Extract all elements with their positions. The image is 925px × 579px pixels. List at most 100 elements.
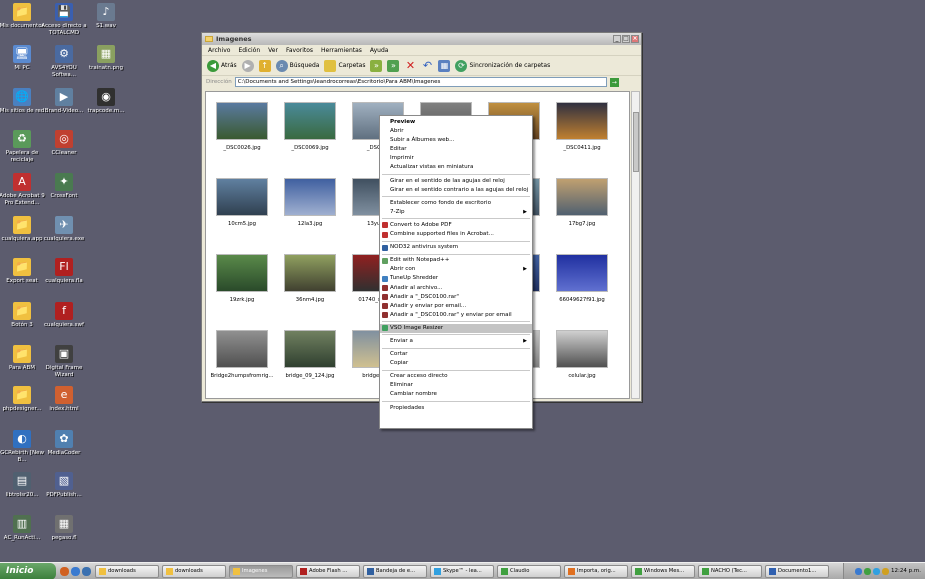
undo-button[interactable]: ↶ <box>421 59 433 72</box>
context-menu-item[interactable]: Girar en el sentido de las agujas del re… <box>380 177 532 186</box>
taskbar-button[interactable]: Importa, orig... <box>564 564 628 578</box>
context-menu-item[interactable]: Girar en el sentido contrario a las aguj… <box>380 186 532 195</box>
file-thumbnail[interactable]: 66049627f91.jpg <box>550 254 614 303</box>
taskbar-button[interactable]: Claudio <box>497 564 561 578</box>
desktop-icon[interactable]: ✿ MediaCoder <box>40 430 88 457</box>
back-button[interactable]: ◀ Atrás <box>207 59 237 72</box>
context-menu-item[interactable]: Copiar <box>380 359 532 368</box>
menu-herramientas[interactable]: Herramientas <box>321 47 362 54</box>
file-thumbnail[interactable]: celular.jpg <box>550 330 614 379</box>
desktop-icon[interactable]: ⚙ AVS4YOU Softwa... <box>40 45 88 78</box>
scrollbar-thumb[interactable] <box>633 112 639 172</box>
tray-messenger-icon[interactable] <box>864 567 872 575</box>
taskbar-button[interactable]: downloads <box>95 564 159 578</box>
context-menu-item[interactable]: Editar <box>380 145 532 154</box>
file-thumbnail[interactable]: 19zrk.jpg <box>210 254 274 303</box>
views-button[interactable]: ▦ <box>438 59 451 72</box>
taskbar-button[interactable]: Skype™ - lea... <box>430 564 494 578</box>
desktop-icon[interactable]: 💾 Acceso directo a TOTALCMD <box>40 3 88 36</box>
menu-ayuda[interactable]: Ayuda <box>370 47 389 54</box>
desktop-icon[interactable]: ♪ S1.wav <box>82 3 130 30</box>
tray-network-icon[interactable] <box>855 567 863 575</box>
menu-edicin[interactable]: Edición <box>238 47 260 54</box>
context-menu-item[interactable]: Añadir a "_DSC0100.rar" <box>380 293 532 302</box>
go-button[interactable]: → <box>609 77 619 87</box>
desktop-icon[interactable]: ✦ CrossFont <box>40 173 88 200</box>
file-thumbnail[interactable]: 17bg7.jpg <box>550 178 614 227</box>
context-menu-item[interactable]: Enviar a ▶ <box>380 337 532 346</box>
context-menu-item[interactable]: Combine supported files in Acrobat... <box>380 230 532 239</box>
start-button[interactable]: Inicio <box>0 562 56 579</box>
move-to-button[interactable]: » <box>370 59 383 72</box>
taskbar-button[interactable]: Adobe Flash ... <box>296 564 360 578</box>
desktop-icon[interactable]: f cualquiera.swf <box>40 302 88 329</box>
context-menu-item[interactable]: Añadir a "_DSC0100.rar" y enviar por ema… <box>380 311 532 320</box>
context-menu-item[interactable]: TuneUp Shredder <box>380 274 532 283</box>
desktop-icon[interactable]: ◉ trapcode.m... <box>82 88 130 115</box>
file-thumbnail[interactable]: _DSC0026.jpg <box>210 102 274 151</box>
context-menu-item[interactable]: Añadir y enviar por email... <box>380 302 532 311</box>
taskbar-button[interactable]: Imagenes <box>229 564 293 578</box>
desktop-icon[interactable]: ✈ cualquiera.exe <box>40 216 88 243</box>
desktop-icon[interactable]: ▶ Brand-Video... <box>40 88 88 115</box>
maximize-button[interactable]: □ <box>622 35 630 43</box>
sync-button[interactable]: ⟳ Sincronización de carpetas <box>455 59 550 72</box>
window-titlebar[interactable]: Imagenes _ □ × <box>202 33 641 45</box>
tray-skype-icon[interactable] <box>873 567 881 575</box>
context-menu-item[interactable]: Convert to Adobe PDF <box>380 221 532 230</box>
context-menu-item[interactable]: NOD32 antivirus system <box>380 243 532 252</box>
show-desktop-icon[interactable] <box>82 566 91 576</box>
desktop-icon[interactable]: ▦ trainatn.png <box>82 45 130 72</box>
context-menu-item[interactable]: Abrir con ▶ <box>380 265 532 274</box>
context-menu-item[interactable]: Imprimir <box>380 154 532 163</box>
file-thumbnail[interactable]: bridge_09_124.jpg <box>278 330 342 379</box>
tray-volume-icon[interactable] <box>882 567 890 575</box>
delete-button[interactable]: ✕ <box>404 59 416 72</box>
desktop-icon[interactable]: Fl cualquiera.fla <box>40 258 88 285</box>
context-menu-item[interactable]: Actualizar vistas en miniatura <box>380 163 532 172</box>
context-menu-item[interactable]: Cortar <box>380 350 532 359</box>
context-menu-item[interactable]: Edit with Notepad++ <box>380 256 532 265</box>
menu-favoritos[interactable]: Favoritos <box>286 47 313 54</box>
desktop-icon[interactable]: ◎ CCleaner <box>40 130 88 157</box>
context-menu-item[interactable]: Abrir <box>380 127 532 136</box>
file-thumbnail[interactable]: 12la3.jpg <box>278 178 342 227</box>
forward-button[interactable]: ▶ <box>241 59 254 72</box>
search-button[interactable]: ⌕ Búsqueda <box>275 59 319 72</box>
up-folder-button[interactable]: ↑ <box>258 59 271 72</box>
desktop-icon[interactable]: ▧ PDFPublish... <box>40 472 88 499</box>
context-menu-item[interactable]: Crear acceso directo <box>380 372 532 381</box>
context-menu-item[interactable]: Propiedades <box>380 404 532 413</box>
context-menu-item[interactable]: VSO Image Resizer <box>380 323 532 333</box>
close-button[interactable]: × <box>631 35 639 43</box>
taskbar-button[interactable]: Bandeja de e... <box>363 564 427 578</box>
minimize-button[interactable]: _ <box>613 35 621 43</box>
address-input[interactable]: C:\Documents and Settings\leandrocorreas… <box>234 77 607 87</box>
menu-ver[interactable]: Ver <box>268 47 278 54</box>
context-menu-item[interactable]: Cambiar nombre <box>380 390 532 399</box>
taskbar-button[interactable]: Documento1... <box>765 564 829 578</box>
vertical-scrollbar[interactable] <box>631 91 640 399</box>
ie-icon[interactable] <box>71 566 80 576</box>
folders-button[interactable]: Carpetas <box>324 59 365 72</box>
context-menu-item[interactable]: Eliminar <box>380 381 532 390</box>
desktop-icon[interactable]: e index.html <box>40 386 88 413</box>
context-menu-item[interactable]: Subir a Álbumes web... <box>380 136 532 145</box>
copy-to-button[interactable]: » <box>387 59 400 72</box>
context-menu-item[interactable]: Añadir al archivo... <box>380 284 532 293</box>
file-thumbnail[interactable]: 36nm4.jpg <box>278 254 342 303</box>
taskbar-button[interactable]: downloads <box>162 564 226 578</box>
file-thumbnail[interactable]: Bridge2humpsfromrig... <box>210 330 274 379</box>
context-menu-item[interactable]: Establecer como fondo de escritorio <box>380 199 532 208</box>
firefox-icon[interactable] <box>60 566 69 576</box>
taskbar-button[interactable]: Windows Mes... <box>631 564 695 578</box>
taskbar-button[interactable]: NACHO (Tec... <box>698 564 762 578</box>
menu-archivo[interactable]: Archivo <box>208 47 230 54</box>
context-menu-item[interactable]: Preview <box>380 118 532 127</box>
desktop-icon[interactable]: ▣ Digital Frame Wizard <box>40 345 88 378</box>
desktop-icon[interactable]: ▦ pegaso.fl <box>40 515 88 542</box>
context-menu-item[interactable]: 7-Zip ▶ <box>380 208 532 217</box>
file-thumbnail[interactable]: 10cm5.jpg <box>210 178 274 227</box>
file-thumbnail[interactable]: _DSC0069.jpg <box>278 102 342 151</box>
file-thumbnail[interactable]: _DSC0411.jpg <box>550 102 614 151</box>
